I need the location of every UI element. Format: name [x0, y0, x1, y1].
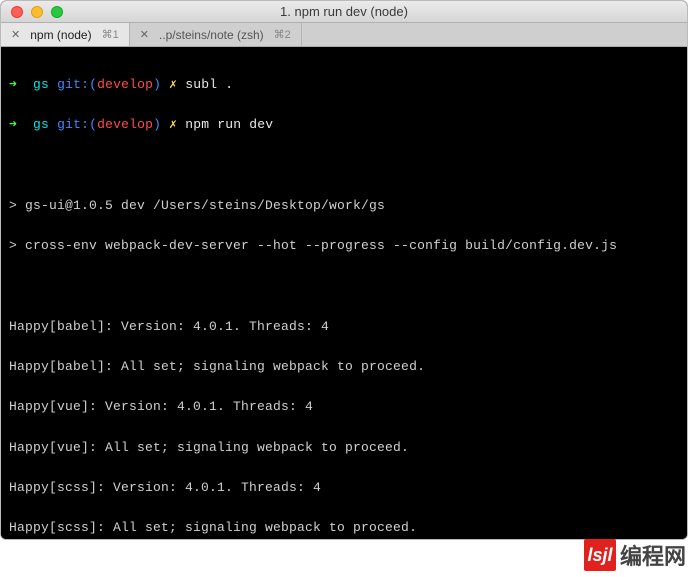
output-line: Happy[vue]: Version: 4.0.1. Threads: 4	[9, 397, 679, 417]
output-line: Happy[babel]: Version: 4.0.1. Threads: 4	[9, 317, 679, 337]
window-title: 1. npm run dev (node)	[1, 4, 687, 19]
tab-1[interactable]: ✕ npm (node) ⌘1	[1, 23, 130, 46]
prompt-line: ➜ gs git:(develop) ✗ npm run dev	[9, 115, 679, 135]
tab-label: ..p/steins/note (zsh)	[159, 28, 264, 42]
git-close: )	[153, 117, 161, 132]
terminal-content[interactable]: ➜ gs git:(develop) ✗ subl . ➜ gs git:(de…	[1, 47, 687, 539]
prompt-line: ➜ gs git:(develop) ✗ subl .	[9, 75, 679, 95]
tab-label: npm (node)	[30, 28, 91, 42]
tab-shortcut: ⌘2	[274, 28, 291, 41]
watermark: lsjl 编程网	[584, 539, 686, 571]
close-tab-icon[interactable]: ✕	[11, 28, 20, 41]
git-close: )	[153, 77, 161, 92]
prompt-arrow-icon: ➜	[9, 117, 17, 132]
output-line: Happy[vue]: All set; signaling webpack t…	[9, 438, 679, 458]
command-text: npm run dev	[185, 117, 273, 132]
git-dirty-icon: ✗	[169, 77, 177, 92]
minimize-icon[interactable]	[31, 6, 43, 18]
blank-line	[9, 277, 679, 297]
zoom-icon[interactable]	[51, 6, 63, 18]
output-line: Happy[scss]: Version: 4.0.1. Threads: 4	[9, 478, 679, 498]
git-dirty-icon: ✗	[169, 117, 177, 132]
terminal-window: 1. npm run dev (node) ✕ npm (node) ⌘1 ✕ …	[0, 0, 688, 540]
tab-2[interactable]: ✕ ..p/steins/note (zsh) ⌘2	[130, 23, 302, 46]
prompt-dir: gs	[33, 77, 49, 92]
close-icon[interactable]	[11, 6, 23, 18]
prompt-dir: gs	[33, 117, 49, 132]
output-line: Happy[babel]: All set; signaling webpack…	[9, 357, 679, 377]
git-branch: develop	[97, 77, 153, 92]
prompt-arrow-icon: ➜	[9, 77, 17, 92]
git-branch: develop	[97, 117, 153, 132]
git-label: git:(	[57, 77, 97, 92]
command-text: subl .	[185, 77, 233, 92]
watermark-logo-icon: lsjl	[584, 539, 616, 571]
tabbar: ✕ npm (node) ⌘1 ✕ ..p/steins/note (zsh) …	[1, 23, 687, 47]
output-line: Happy[scss]: All set; signaling webpack …	[9, 518, 679, 538]
output-line: > cross-env webpack-dev-server --hot --p…	[9, 236, 679, 256]
traffic-lights	[1, 6, 63, 18]
output-line: > gs-ui@1.0.5 dev /Users/steins/Desktop/…	[9, 196, 679, 216]
tab-shortcut: ⌘1	[102, 28, 119, 41]
git-label: git:(	[57, 117, 97, 132]
close-tab-icon[interactable]: ✕	[140, 28, 149, 41]
blank-line	[9, 156, 679, 176]
titlebar[interactable]: 1. npm run dev (node)	[1, 1, 687, 23]
watermark-text: 编程网	[620, 539, 686, 571]
